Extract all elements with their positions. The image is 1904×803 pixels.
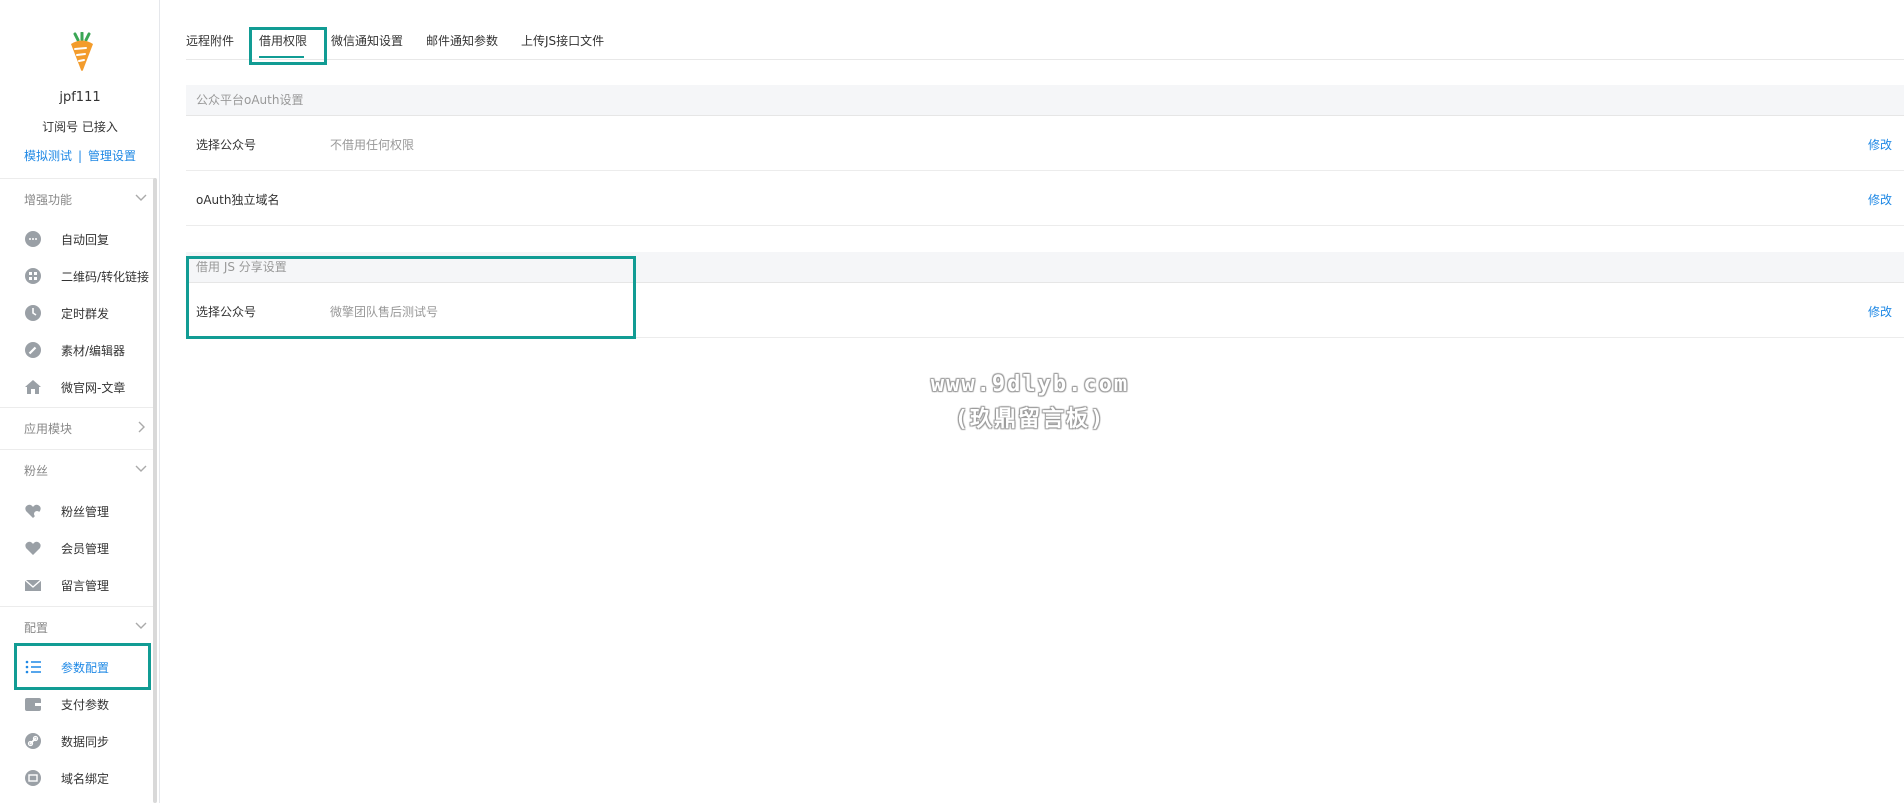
sidebar-item-materials[interactable]: 素材/编辑器 xyxy=(0,331,156,368)
chat-bubble-icon xyxy=(25,231,41,247)
mail-icon xyxy=(24,579,42,591)
sidebar-item-qrcode[interactable]: 二维码/转化链接 xyxy=(0,257,156,294)
sidebar-item-label: 自动回复 xyxy=(61,233,110,247)
tab-borrow-permission[interactable]: 借用权限 xyxy=(259,32,307,49)
sidebar-item-messages-manage[interactable]: 留言管理 xyxy=(0,566,156,603)
sidebar-item-scheduled-send[interactable]: 定时群发 xyxy=(0,294,156,331)
edit-link[interactable]: 修改 xyxy=(1868,191,1892,208)
watermark: www.9dlyb.com (玖鼎留言板) xyxy=(800,372,1260,433)
wallet-icon xyxy=(25,698,41,711)
sidebar-item-data-sync[interactable]: 数据同步 xyxy=(0,722,156,759)
tab-wechat-notify[interactable]: 微信通知设置 xyxy=(331,32,403,49)
sidebar-item-label: 参数配置 xyxy=(61,661,110,675)
row-value: 不借用任何权限 xyxy=(330,138,415,152)
list-icon xyxy=(25,660,41,674)
chevron-down-icon xyxy=(135,194,147,201)
sidebar: jpf111 订阅号 已接入 模拟测试 | 管理设置 增强功能 自动回复 二维码/转… xyxy=(0,0,160,803)
sidebar-section-title: 粉丝 xyxy=(24,464,49,478)
js-row-select-account: 选择公众号 微擎团队售后测试号 修改 xyxy=(186,283,1904,338)
oauth-row-select-account: 选择公众号 不借用任何权限 修改 xyxy=(186,116,1904,171)
account-links: 模拟测试 | 管理设置 xyxy=(0,147,160,164)
domain-icon xyxy=(25,770,41,786)
link-separator: | xyxy=(77,149,83,163)
sidebar-item-label: 数据同步 xyxy=(61,735,110,749)
sidebar-section-apps[interactable]: 应用模块 xyxy=(0,407,156,449)
tab-mail-notify[interactable]: 邮件通知参数 xyxy=(426,32,498,49)
sidebar-item-members-manage[interactable]: 会员管理 xyxy=(0,529,156,566)
sidebar-item-label: 定时群发 xyxy=(61,307,110,321)
sidebar-item-fans-manage[interactable]: 粉丝管理 xyxy=(0,492,156,529)
edit-link[interactable]: 修改 xyxy=(1868,303,1892,320)
simulate-test-link[interactable]: 模拟测试 xyxy=(24,149,72,163)
account-name: jpf111 xyxy=(59,90,101,105)
clock-icon xyxy=(25,305,41,321)
sidebar-item-domain-binding[interactable]: 域名绑定 xyxy=(0,759,156,796)
sidebar-item-label: 粉丝管理 xyxy=(61,505,110,519)
watermark-line1: www.9dlyb.com xyxy=(930,372,1130,397)
manage-settings-link[interactable]: 管理设置 xyxy=(88,149,136,163)
account-status: 订阅号 已接入 xyxy=(42,120,118,134)
sidebar-section-title: 应用模块 xyxy=(24,422,73,436)
sidebar-item-label: 域名绑定 xyxy=(61,772,110,786)
sidebar-item-label: 支付参数 xyxy=(61,698,110,712)
oauth-row-domain: oAuth独立域名 修改 xyxy=(186,171,1904,226)
qrcode-icon xyxy=(25,268,41,284)
sidebar-item-payment-params[interactable]: 支付参数 xyxy=(0,685,156,722)
tab-upload-js-file[interactable]: 上传JS接口文件 xyxy=(521,32,604,49)
chevron-down-icon xyxy=(135,622,147,629)
pencil-icon xyxy=(25,342,41,358)
sidebar-item-label: 留言管理 xyxy=(61,579,110,593)
link-icon xyxy=(25,733,41,749)
sidebar-item-label: 二维码/转化链接 xyxy=(61,270,150,284)
sidebar-section-title: 配置 xyxy=(24,621,49,635)
chevron-right-icon xyxy=(138,421,145,433)
row-label: 选择公众号 xyxy=(196,305,257,319)
sidebar-scrollbar[interactable] xyxy=(153,178,157,803)
sidebar-item-auto-reply[interactable]: 自动回复 xyxy=(0,220,156,257)
heart-icon xyxy=(25,504,41,518)
sidebar-section-fans[interactable]: 粉丝 xyxy=(0,449,156,491)
row-value: 微擎团队售后测试号 xyxy=(330,305,439,319)
sidebar-item-microsite[interactable]: 微官网-文章 xyxy=(0,368,156,405)
sidebar-section-config[interactable]: 配置 xyxy=(0,606,156,648)
tab-remote-attachment[interactable]: 远程附件 xyxy=(186,32,234,49)
active-tab-indicator xyxy=(259,56,304,58)
chevron-down-icon xyxy=(135,465,147,472)
sidebar-item-params-config[interactable]: 参数配置 xyxy=(0,648,156,685)
row-label: oAuth独立域名 xyxy=(196,193,280,207)
home-icon xyxy=(25,380,41,394)
sidebar-item-label: 素材/编辑器 xyxy=(61,344,126,358)
watermark-line2: (玖鼎留言板) xyxy=(954,407,1106,432)
section-title-oauth: 公众平台oAuth设置 xyxy=(186,85,1904,116)
heart-icon xyxy=(25,541,41,555)
edit-link[interactable]: 修改 xyxy=(1868,136,1892,153)
tab-bar: 远程附件 借用权限 微信通知设置 邮件通知参数 上传JS接口文件 xyxy=(186,0,1904,60)
carrot-logo-icon xyxy=(64,31,100,72)
sidebar-item-label: 微官网-文章 xyxy=(61,381,126,395)
section-title-js-share: 借用 JS 分享设置 xyxy=(186,252,1904,283)
sidebar-item-label: 会员管理 xyxy=(61,542,110,556)
sidebar-section-title: 增强功能 xyxy=(24,193,73,207)
row-label: 选择公众号 xyxy=(196,138,257,152)
sidebar-section-enhanced[interactable]: 增强功能 xyxy=(0,178,156,220)
